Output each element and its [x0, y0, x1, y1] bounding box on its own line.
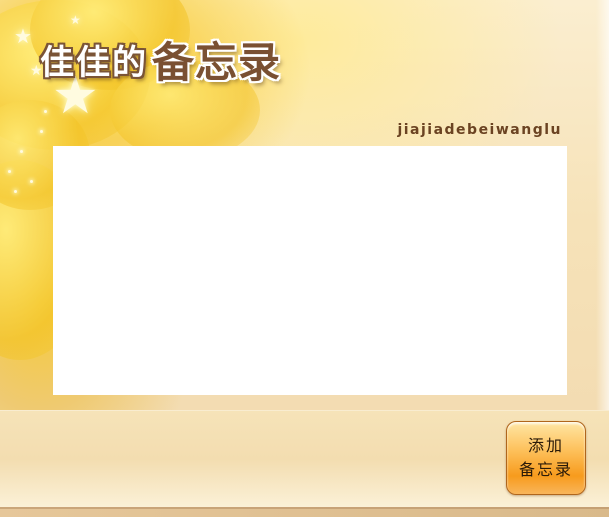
sparkle-icon	[8, 170, 11, 173]
title-memo: 备忘录	[152, 38, 282, 87]
title-owner: 佳佳的	[40, 43, 148, 83]
app-title: 佳佳的 备忘录	[40, 26, 281, 84]
sparkle-icon	[40, 130, 43, 133]
app-subtitle: jiajiadebeiwanglu	[397, 122, 562, 138]
memo-app-window: ★ ★ ★ ★ 佳佳的 备忘录 jiajiadebeiwanglu 添加 备忘录	[0, 0, 609, 517]
bottom-edge	[0, 507, 609, 517]
memo-list-area[interactable]	[53, 146, 567, 395]
star-icon: ★	[14, 24, 32, 48]
add-memo-button-label-line2: 备忘录	[518, 460, 573, 479]
sparkle-icon	[30, 180, 33, 183]
star-icon: ★	[70, 13, 81, 27]
add-memo-button[interactable]: 添加 备忘录	[506, 421, 586, 495]
sparkle-icon	[44, 110, 47, 113]
add-memo-button-label-line1: 添加	[527, 436, 564, 455]
sparkle-icon	[20, 150, 23, 153]
sparkle-icon	[14, 190, 17, 193]
